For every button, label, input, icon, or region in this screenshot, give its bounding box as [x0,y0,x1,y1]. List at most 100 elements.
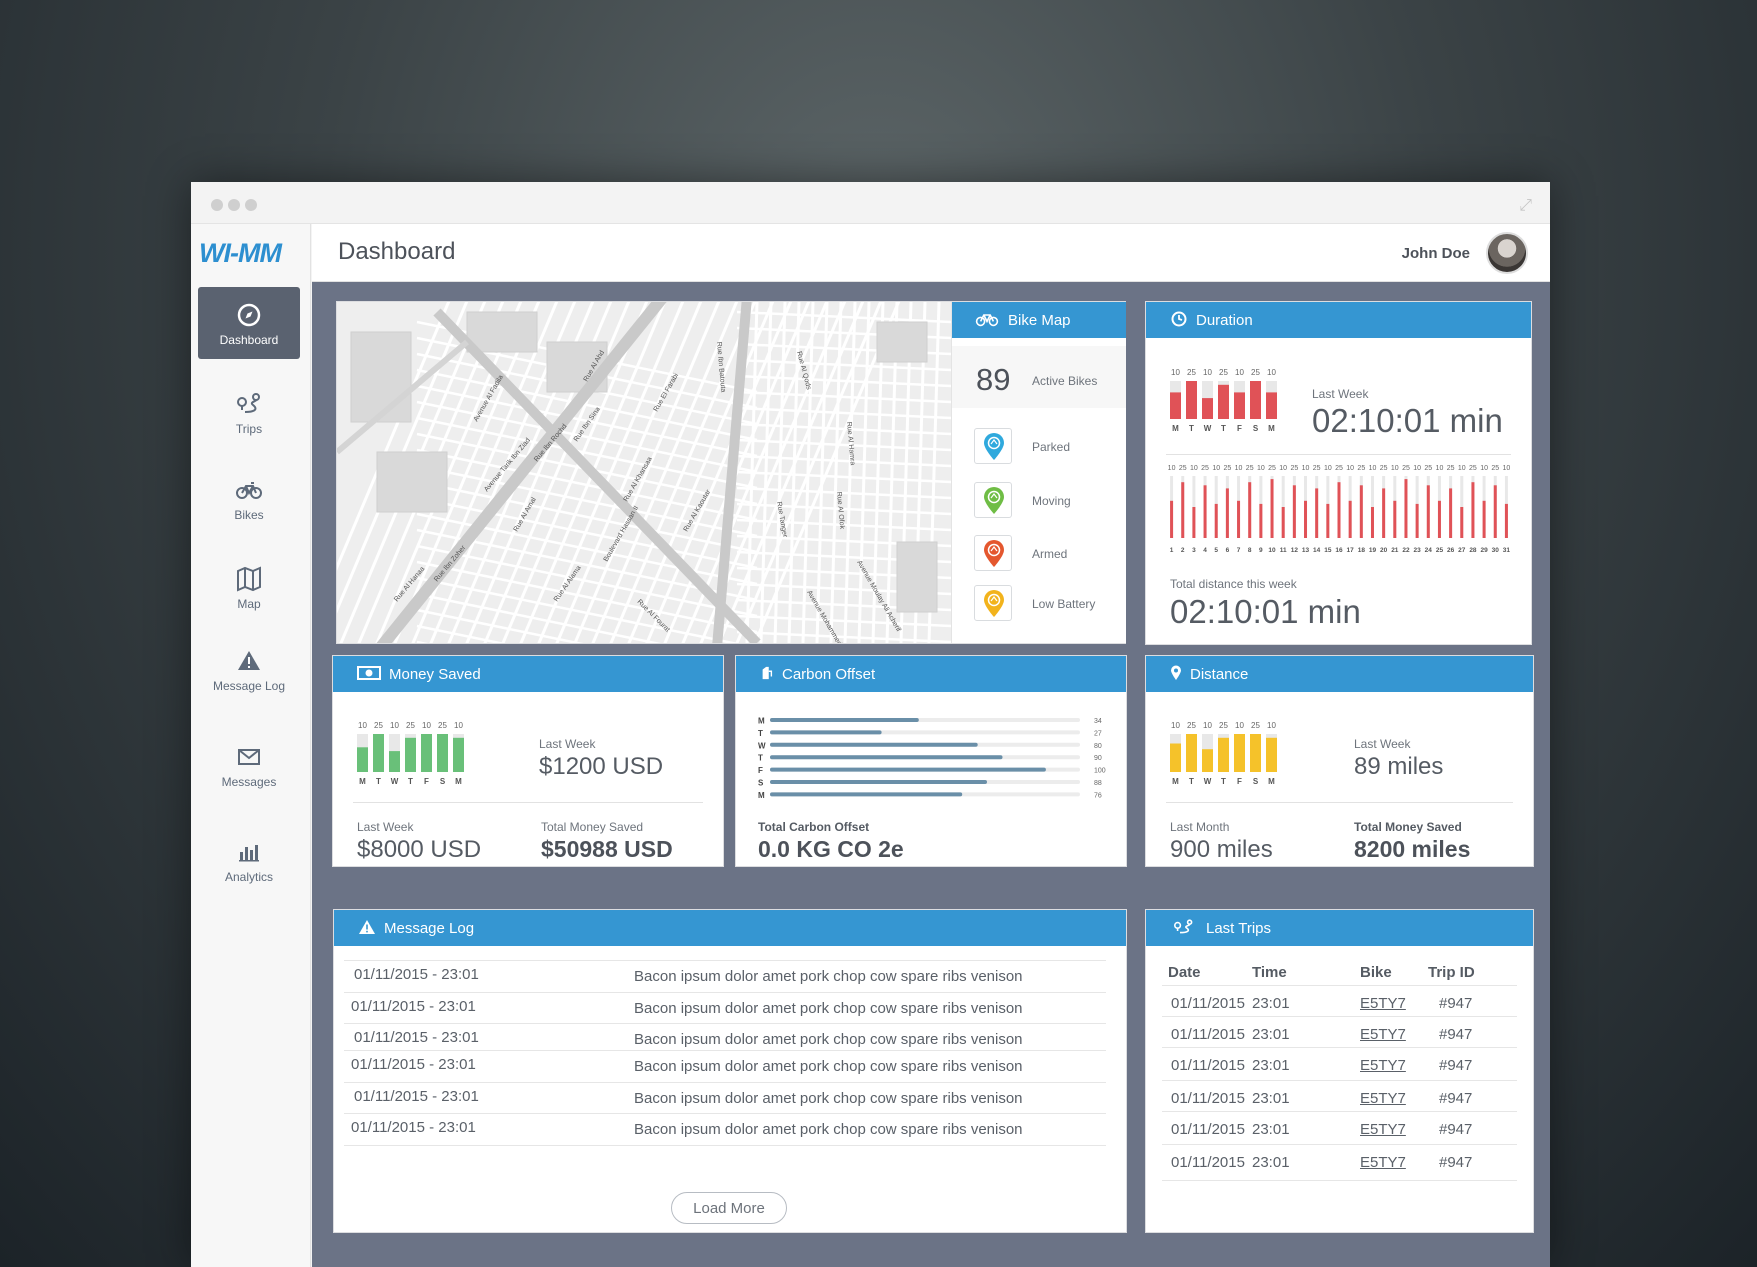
day-label: 19 [1369,547,1377,554]
row-divider [1162,1047,1517,1048]
list-item[interactable]: 01/11/2015 - 23:01 Bacon ipsum dolor amet… [334,1119,1124,1141]
table-row[interactable]: 01/11/2015 23:01 E5TY7 #947 [1146,1121,1533,1143]
legend-item[interactable]: Low Battery [974,585,1114,623]
trip-bike-link[interactable]: E5TY7 [1360,1026,1406,1043]
table-row[interactable]: 01/11/2015 23:01 E5TY7 #947 [1146,1090,1533,1112]
last-trips-header: Last Trips [1146,910,1533,946]
legend-item[interactable]: Armed [974,535,1114,573]
sidebar-item-label: Message Log [212,679,286,693]
trip-bike-link[interactable]: E5TY7 [1360,1057,1406,1074]
bar [421,734,432,772]
avatar[interactable] [1486,232,1528,274]
day-label: W [1204,777,1212,786]
day-label: 8 [1248,547,1252,554]
bar-value-label: 25 [1187,368,1196,377]
app-logo[interactable]: WI-MM [199,238,282,269]
marker-icon [974,585,1012,621]
list-item[interactable]: 01/11/2015 - 23:01 Bacon ipsum dolor amet… [334,1029,1124,1051]
bar-value-label: 80 [1094,743,1102,750]
trip-bike-link[interactable]: E5TY7 [1360,1090,1406,1107]
legend-item[interactable]: Moving [974,482,1114,520]
trip-bike-link[interactable]: E5TY7 [1360,995,1406,1012]
legend-label: Armed [1032,547,1068,561]
table-row[interactable]: 01/11/2015 23:01 E5TY7 #947 [1146,995,1533,1017]
list-item[interactable]: 01/11/2015 - 23:01 Bacon ipsum dolor amet… [334,1056,1124,1078]
bar-value-label: 10 [1369,465,1377,472]
window-dot-icon[interactable] [228,199,240,211]
duration-month-chart: 1012521032541052561072581092510101125121… [1168,465,1511,554]
map-view[interactable]: Avenue Tarik Ibn Ziad Rue Al Ahd Rue El Fa… [337,302,951,643]
row-divider [344,1113,1106,1114]
window-titlebar: ⤢ [191,182,1550,224]
row-divider [344,1050,1106,1051]
last-trips-card: Last Trips Date Time Bike Trip ID 01/11/2015… [1145,909,1534,1233]
sidebar-item-map[interactable]: Map [198,551,300,623]
table-row[interactable]: 01/11/2015 23:01 E5TY7 #947 [1146,1154,1533,1176]
bar-value-label: 25 [1469,465,1477,472]
bar [1170,392,1181,419]
bar-value-label: 10 [1235,368,1244,377]
money-prev-value: $8000 USD [357,836,482,863]
day-label: T [1189,424,1194,433]
sidebar-item-bikes[interactable]: Bikes [198,462,300,534]
load-more-button[interactable]: Load More [671,1192,787,1224]
trip-bike-link[interactable]: E5TY7 [1360,1121,1406,1138]
trip-id: #947 [1439,1057,1473,1074]
carbon-total-label: Total Carbon Offset [758,820,870,834]
list-item[interactable]: 01/11/2015 - 23:01 Bacon ipsum dolor amet… [334,1088,1124,1110]
bar [1370,507,1374,538]
day-label: 4 [1203,547,1207,554]
log-date: 01/11/2015 - 23:01 [351,1056,476,1073]
legend-item[interactable]: Parked [974,428,1114,466]
trip-bike-link[interactable]: E5TY7 [1360,1154,1406,1171]
bar [1266,392,1277,419]
list-item[interactable]: 01/11/2015 - 23:01 Bacon ipsum dolor amet… [334,966,1124,988]
expand-icon[interactable]: ⤢ [1519,195,1532,215]
bar [389,751,400,772]
sidebar-item-message-log[interactable]: Message Log [198,633,300,705]
window-dot-icon[interactable] [211,199,223,211]
log-date: 01/11/2015 - 23:01 [354,1088,479,1105]
log-message: Bacon ipsum dolor amet pork chop cow spa… [634,1121,1023,1138]
street-map[interactable]: Avenue Tarik Ibn ZiadRue Al AhdRue El Fa… [337,302,951,643]
trip-time: 23:01 [1252,995,1290,1012]
column-header[interactable]: Time [1252,964,1287,981]
day-label: W [758,741,766,750]
column-header[interactable]: Date [1168,964,1201,981]
bar [1359,485,1363,538]
bar [1250,381,1261,419]
bar [1237,500,1241,538]
bar-value-label: 10 [1168,465,1176,472]
bar-value-label: 10 [1267,721,1276,730]
day-label: 9 [1259,547,1263,554]
sidebar-item-trips[interactable]: Trips [198,376,300,448]
map-pin-icon [984,590,1004,617]
sidebar-item-messages[interactable]: Messages [198,729,300,801]
bar-value-label: 10 [454,721,463,730]
sidebar-item-dashboard[interactable]: Dashboard [198,287,300,359]
bar-value-label: 25 [1491,465,1499,472]
day-label: S [1253,424,1259,433]
column-header[interactable]: Bike [1360,964,1392,981]
table-row[interactable]: 01/11/2015 23:01 E5TY7 #947 [1146,1026,1533,1048]
sidebar-item-analytics[interactable]: Analytics [198,824,300,896]
bar-value-label: 27 [1094,730,1102,737]
window-dot-icon[interactable] [245,199,257,211]
row-divider [1162,1111,1517,1112]
distance-card: Distance 10 M 25 T 10 W 25 T 10 F 25 S 10 M Last Week… [1145,655,1534,867]
bar-value-label: 25 [1223,465,1231,472]
user-name[interactable]: John Doe [1402,245,1470,262]
bar-value-label: 76 [1094,792,1102,799]
money-saved-card: Money Saved 10 M 25 T 10 W 25 T 10 F 25 S 10 M Last W… [332,655,724,867]
column-header[interactable]: Trip ID [1428,964,1475,981]
message-log-title: Message Log [384,920,475,937]
bar [1181,482,1185,538]
list-item[interactable]: 01/11/2015 - 23:01 Bacon ipsum dolor amet… [334,998,1124,1020]
duration-total-value: 02:10:01 min [1170,593,1361,630]
table-row[interactable]: 01/11/2015 23:01 E5TY7 #947 [1146,1057,1533,1079]
sidebar-item-label: Analytics [224,870,274,884]
clock-icon [1171,311,1187,327]
bar-value-label: 25 [1313,465,1321,472]
route-icon [1174,919,1193,934]
row-divider [344,992,1106,993]
